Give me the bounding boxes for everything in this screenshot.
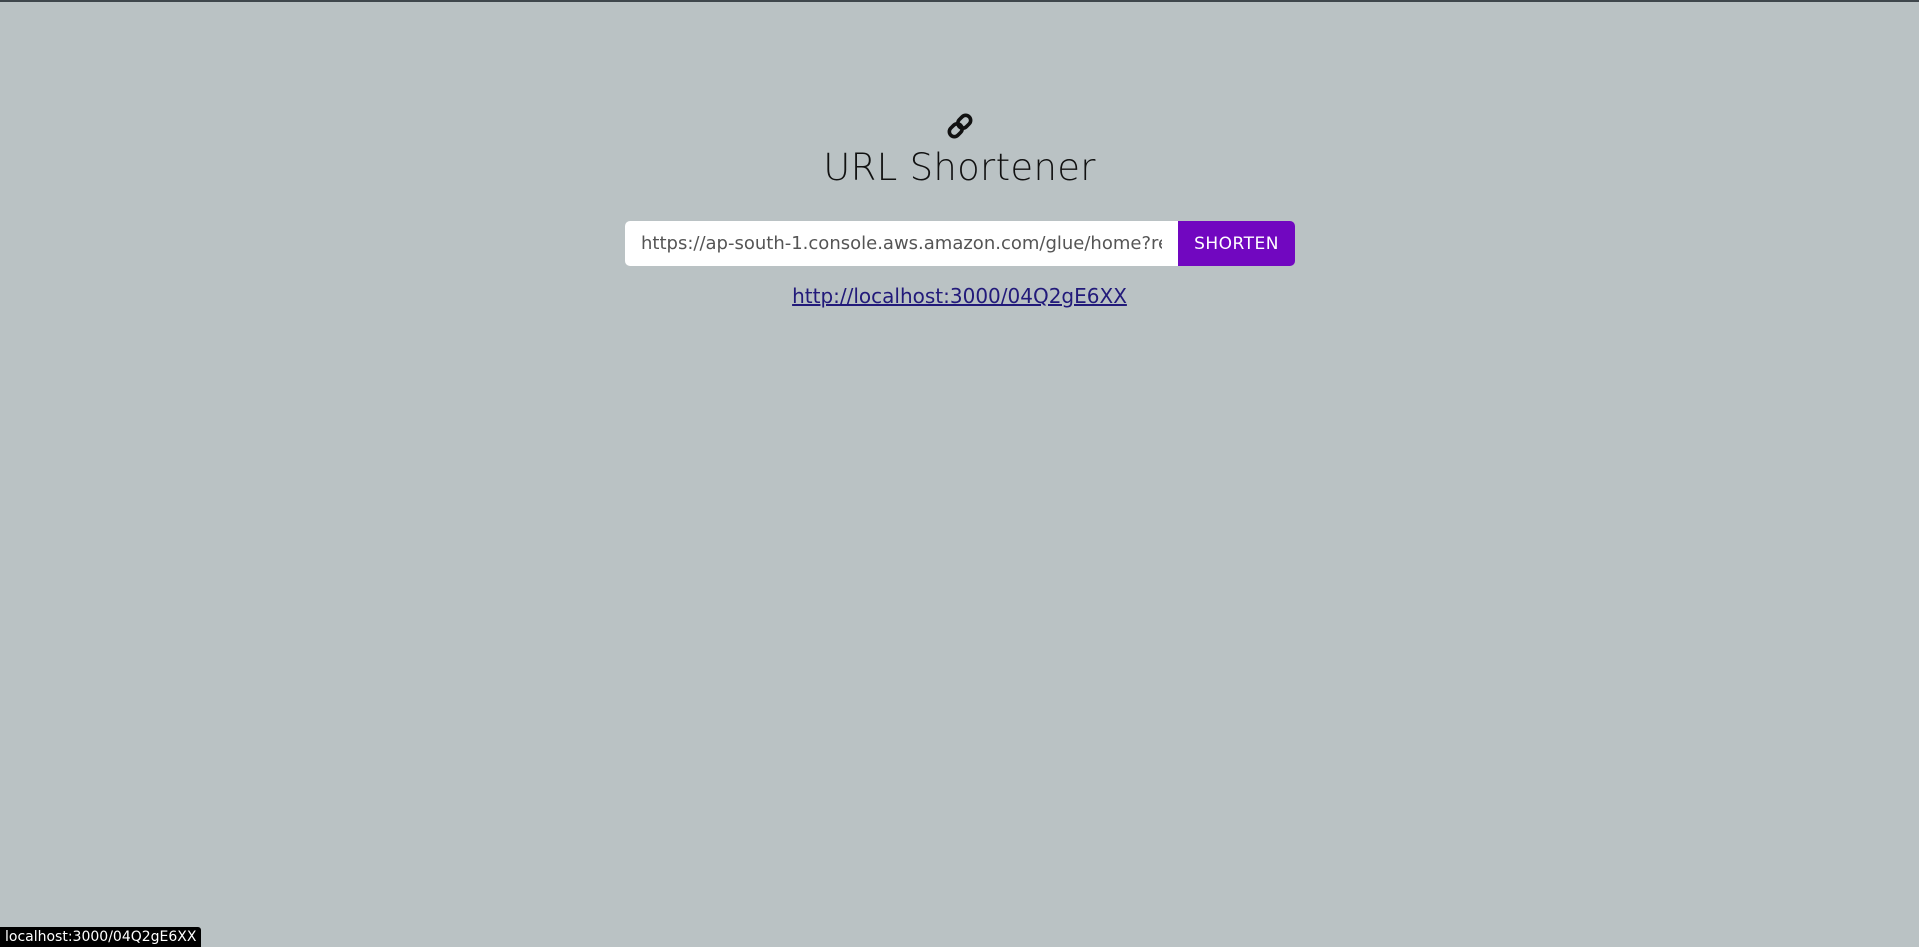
url-input[interactable] xyxy=(625,221,1178,266)
shorten-form: SHORTEN xyxy=(625,221,1295,266)
short-url-link[interactable]: http://localhost:3000/04Q2gE6XX xyxy=(792,284,1127,308)
page-title: URL Shortener xyxy=(823,146,1096,189)
link-icon xyxy=(944,110,976,142)
app-container: URL Shortener SHORTEN http://localhost:3… xyxy=(0,2,1919,947)
result-container: http://localhost:3000/04Q2gE6XX xyxy=(0,284,1919,308)
shorten-button[interactable]: SHORTEN xyxy=(1178,221,1295,266)
browser-status-bar: localhost:3000/04Q2gE6XX xyxy=(0,927,202,947)
